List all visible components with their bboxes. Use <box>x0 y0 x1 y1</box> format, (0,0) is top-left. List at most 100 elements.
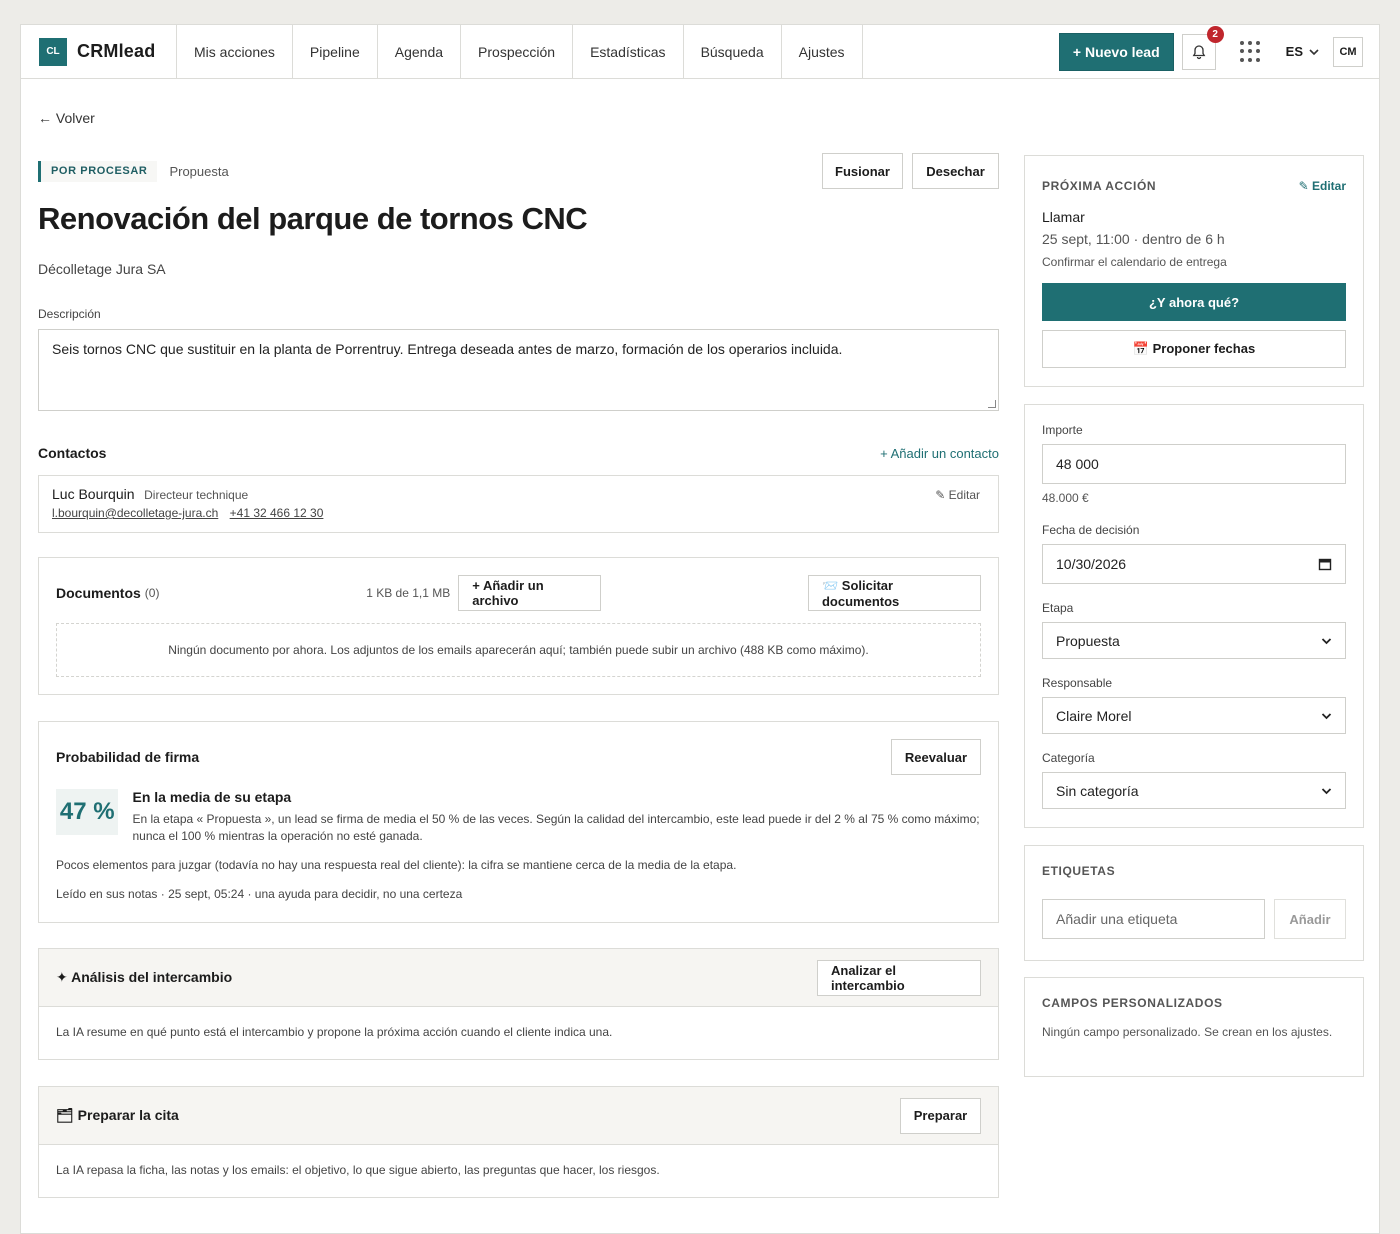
chevron-down-icon <box>1321 637 1332 644</box>
company-name[interactable]: Décolletage Jura SA <box>38 261 999 277</box>
tags-card: ETIQUETAS Añadir una etiqueta Añadir <box>1024 845 1364 961</box>
documents-count: (0) <box>144 586 160 600</box>
tab-mis-acciones[interactable]: Mis acciones <box>177 25 293 78</box>
edit-next-action-button[interactable]: ✎ Editar <box>1299 179 1346 193</box>
contacts-header: Contactos + Añadir un contacto <box>38 445 999 461</box>
request-documents-button[interactable]: 📨 Solicitar documentos <box>807 575 981 611</box>
stage-label: Propuesta <box>169 163 229 179</box>
top-nav: CL CRMlead Mis acciones Pipeline Agenda … <box>21 25 1379 79</box>
contact-card: Luc Bourquin Directeur technique l.bourq… <box>38 475 999 533</box>
tag-input[interactable]: Añadir una etiqueta <box>1042 899 1265 939</box>
back-link[interactable]: ← Volver <box>38 110 95 126</box>
status-row: POR PROCESAR Propuesta Fusionar Desechar <box>38 153 999 189</box>
owner-select[interactable]: Claire Morel <box>1042 697 1346 734</box>
language-selector[interactable]: ES <box>1286 44 1319 59</box>
probability-note: Pocos elementos para juzgar (todavía no … <box>56 858 737 872</box>
add-tag-button[interactable]: Añadir <box>1274 899 1346 939</box>
next-action-title: Llamar <box>1042 209 1085 225</box>
nav-actions: + Nuevo lead 2 ES CM <box>1058 25 1379 78</box>
prepare-panel: 🗂 Preparar la cita Preparar La IA repasa… <box>38 1086 999 1198</box>
description-text: Seis tornos CNC que sustituir en la plan… <box>52 341 843 357</box>
category-select-label: Categoría <box>1042 751 1095 765</box>
probability-heading: En la media de su etapa <box>132 789 292 805</box>
next-action-note: Confirmar el calendario de entrega <box>1042 255 1227 269</box>
brand[interactable]: CL CRMlead <box>21 25 177 78</box>
edit-contact-button[interactable]: ✎ Editar <box>935 488 980 502</box>
custom-fields-empty: Ningún campo personalizado. Se crean en … <box>1042 1025 1333 1039</box>
amount-input[interactable]: 48 000 <box>1042 444 1346 484</box>
notifications-button[interactable]: 2 <box>1181 25 1224 70</box>
details-card: Importe 48 000 48.000 € Fecha de decisió… <box>1024 404 1364 828</box>
calendar-icon[interactable] <box>1318 557 1332 571</box>
chevron-down-icon <box>1309 48 1319 55</box>
chevron-down-icon <box>1321 787 1332 794</box>
what-now-button[interactable]: ¿Y ahora qué? <box>1042 283 1346 321</box>
notification-badge: 2 <box>1206 25 1224 43</box>
analysis-title: ✦ Análisis del intercambio <box>56 969 233 985</box>
owner-select-label: Responsable <box>1042 676 1113 690</box>
propose-dates-button[interactable]: 📅 Proponer fechas <box>1042 330 1346 368</box>
tab-prospeccion[interactable]: Prospección <box>461 25 574 78</box>
tab-agenda[interactable]: Agenda <box>378 25 462 78</box>
prepare-title: 🗂 Preparar la cita <box>56 1107 179 1123</box>
contact-phone-link[interactable]: +41 32 466 12 30 <box>230 506 324 520</box>
prepare-button[interactable]: Preparar <box>900 1097 981 1134</box>
bell-icon <box>1192 44 1206 59</box>
app-window: CL CRMlead Mis acciones Pipeline Agenda … <box>20 24 1380 1234</box>
amount-hint: 48.000 € <box>1042 491 1089 505</box>
analysis-panel: ✦ Análisis del intercambio Analizar el i… <box>38 948 999 1060</box>
tab-pipeline[interactable]: Pipeline <box>293 25 378 78</box>
analysis-description: La IA resume en qué punto está el interc… <box>56 1025 613 1039</box>
contact-role: Directeur technique <box>144 488 249 502</box>
tab-ajustes[interactable]: Ajustes <box>782 25 863 78</box>
language-label: ES <box>1285 44 1303 59</box>
description-label: Descripción <box>38 307 101 321</box>
probability-value: 47 % <box>56 789 119 835</box>
category-select[interactable]: Sin categoría <box>1042 772 1346 809</box>
storage-quota: 1 KB de 1,1 MB <box>366 586 451 600</box>
new-lead-button[interactable]: + Nuevo lead <box>1058 32 1174 71</box>
decision-date-label: Fecha de decisión <box>1042 523 1140 537</box>
owner-select-value: Claire Morel <box>1056 707 1132 724</box>
tags-caption: ETIQUETAS <box>1042 864 1116 878</box>
contacts-title: Contactos <box>38 445 107 461</box>
resize-handle[interactable] <box>988 400 996 408</box>
next-action-card: PRÓXIMA ACCIÓN ✎ Editar Llamar 25 sept, … <box>1024 155 1364 387</box>
avatar[interactable]: CM <box>1333 36 1363 67</box>
reevaluate-button[interactable]: Reevaluar <box>891 739 981 775</box>
stage-select-value: Propuesta <box>1056 632 1120 649</box>
contact-name[interactable]: Luc Bourquin <box>52 486 135 502</box>
custom-fields-card: CAMPOS PERSONALIZADOS Ningún campo perso… <box>1024 977 1364 1077</box>
merge-button[interactable]: Fusionar <box>822 153 903 189</box>
category-select-value: Sin categoría <box>1056 782 1139 799</box>
sidebar: PRÓXIMA ACCIÓN ✎ Editar Llamar 25 sept, … <box>1024 155 1364 1077</box>
stage-select[interactable]: Propuesta <box>1042 622 1346 659</box>
chevron-down-icon <box>1321 712 1332 719</box>
page-title: Renovación del parque de tornos CNC <box>38 201 588 236</box>
tab-estadisticas[interactable]: Estadísticas <box>573 25 684 78</box>
lead-actions: Fusionar Desechar <box>822 153 999 189</box>
description-field[interactable]: Seis tornos CNC que sustituir en la plan… <box>38 329 999 411</box>
documents-title: Documentos <box>56 585 141 601</box>
brand-logo: CL <box>39 37 67 66</box>
probability-explanation: En la etapa « Propuesta », un lead se fi… <box>132 812 980 843</box>
next-action-when: 25 sept, 11:00 · dentro de 6 h <box>1042 231 1225 247</box>
apps-grid-icon[interactable] <box>1239 40 1262 63</box>
custom-fields-caption: CAMPOS PERSONALIZADOS <box>1042 996 1223 1010</box>
analyze-button[interactable]: Analizar el intercambio <box>817 959 981 996</box>
decision-date-input[interactable]: 10/30/2026 <box>1042 544 1346 584</box>
tab-busqueda[interactable]: Búsqueda <box>684 25 782 78</box>
contact-email-link[interactable]: l.bourquin@decolletage-jura.ch <box>52 506 218 520</box>
add-file-button[interactable]: + Añadir un archivo <box>458 575 602 611</box>
add-contact-link[interactable]: + Añadir un contacto <box>880 446 999 461</box>
documents-panel: Documentos (0) 1 KB de 1,1 MB + Añadir u… <box>38 557 999 695</box>
documents-empty-state: Ningún documento por ahora. Los adjuntos… <box>56 623 981 677</box>
decision-date-value: 10/30/2026 <box>1056 556 1127 572</box>
prepare-description: La IA repasa la ficha, las notas y los e… <box>56 1163 660 1177</box>
brand-name: CRMlead <box>77 41 156 61</box>
lead-main: POR PROCESAR Propuesta Fusionar Desechar… <box>38 153 999 1198</box>
discard-button[interactable]: Desechar <box>912 153 999 189</box>
probability-source: Leído en sus notas · 25 sept, 05:24 · un… <box>56 887 463 901</box>
probability-panel: Probabilidad de firma Reevaluar 47 % En … <box>38 721 999 923</box>
amount-label: Importe <box>1042 423 1083 437</box>
